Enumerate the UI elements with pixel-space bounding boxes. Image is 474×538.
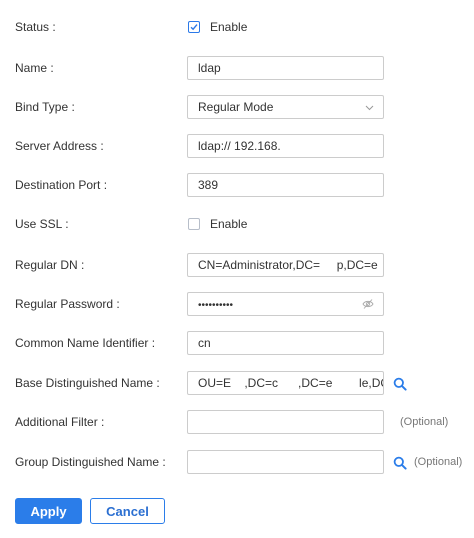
bind-type-value: Regular Mode <box>198 100 274 114</box>
bind-type-label: Bind Type : <box>15 100 75 114</box>
use-ssl-enable-label: Enable <box>210 217 248 231</box>
additional-filter-optional-hint: (Optional) <box>400 416 449 428</box>
regular-password-row: Regular Password : •••••••••• <box>0 292 474 316</box>
group-dn-optional-hint: (Optional) <box>414 456 463 468</box>
base-dn-label: Base Distinguished Name : <box>15 376 160 390</box>
status-enable-label: Enable <box>210 20 248 34</box>
use-ssl-row: Use SSL : Enable <box>0 212 474 236</box>
additional-filter-input[interactable] <box>187 410 384 434</box>
group-dn-row: Group Distinguished Name : (Optional) <box>0 450 474 474</box>
search-icon[interactable] <box>393 456 407 470</box>
status-label: Status : <box>15 20 56 34</box>
regular-dn-row: Regular DN : CN=Administrator,DC= p,DC=e <box>0 253 474 277</box>
server-address-row: Server Address : ldap:// 192.168. <box>0 134 474 158</box>
group-dn-input[interactable] <box>187 450 384 474</box>
server-address-input[interactable]: ldap:// 192.168. <box>187 134 384 158</box>
regular-dn-input[interactable]: CN=Administrator,DC= p,DC=e <box>187 253 384 277</box>
name-label: Name : <box>15 61 54 75</box>
common-name-identifier-row: Common Name Identifier : cn <box>0 331 474 355</box>
base-dn-input[interactable]: OU=E ,DC=c ,DC=e le,DC <box>187 371 384 395</box>
bind-type-select[interactable]: Regular Mode <box>187 95 384 119</box>
regular-password-input[interactable]: •••••••••• <box>187 292 384 316</box>
destination-port-label: Destination Port : <box>15 178 108 192</box>
additional-filter-label: Additional Filter : <box>15 415 105 429</box>
regular-password-label: Regular Password : <box>15 297 120 311</box>
name-input[interactable]: ldap <box>187 56 384 80</box>
bind-type-row: Bind Type : Regular Mode <box>0 95 474 119</box>
base-dn-row: Base Distinguished Name : OU=E ,DC=c ,DC… <box>0 371 474 395</box>
common-name-identifier-input[interactable]: cn <box>187 331 384 355</box>
check-icon <box>190 24 198 31</box>
destination-port-row: Destination Port : 389 <box>0 173 474 197</box>
status-enable-checkbox[interactable] <box>188 21 200 33</box>
use-ssl-enable-checkbox[interactable] <box>188 218 200 230</box>
regular-dn-label: Regular DN : <box>15 258 85 272</box>
password-dots: •••••••••• <box>198 300 234 311</box>
server-address-label: Server Address : <box>15 139 104 153</box>
use-ssl-label: Use SSL : <box>15 217 69 231</box>
apply-button[interactable]: Apply <box>15 498 82 524</box>
search-icon[interactable] <box>393 377 407 391</box>
name-row: Name : ldap <box>0 56 474 80</box>
status-row: Status : Enable <box>0 15 474 39</box>
destination-port-input[interactable]: 389 <box>187 173 384 197</box>
group-dn-label: Group Distinguished Name : <box>15 455 166 469</box>
common-name-identifier-label: Common Name Identifier : <box>15 336 156 350</box>
cancel-button[interactable]: Cancel <box>90 498 165 524</box>
eye-off-icon[interactable] <box>362 298 374 310</box>
chevron-down-icon <box>365 105 374 111</box>
additional-filter-row: Additional Filter : (Optional) <box>0 410 474 434</box>
